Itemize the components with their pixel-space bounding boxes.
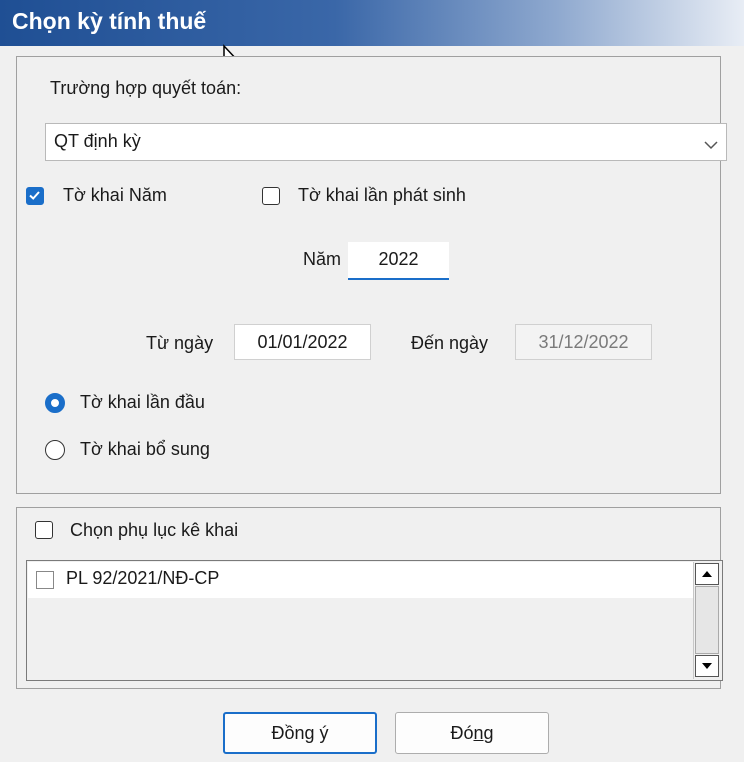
close-button[interactable]: Đóng [395,712,549,754]
from-date-input[interactable]: 01/01/2022 [234,324,371,360]
ok-button[interactable]: Đồng ý [223,712,377,754]
year-label: Năm [303,249,342,269]
annual-declaration-checkbox[interactable] [26,187,44,205]
case-selected-value: QT định kỳ [54,131,141,151]
year-input[interactable]: 2022 [348,242,449,280]
appendix-item-label: PL 92/2021/NĐ-CP [66,568,220,588]
ok-label-mnemonic: g [304,723,315,743]
ok-label-suffix: ý [314,723,329,743]
scroll-thumb[interactable] [695,586,719,654]
case-label: Trường hợp quyết toán: [50,78,242,98]
occasional-declaration-checkbox[interactable] [262,187,280,205]
case-dropdown[interactable]: QT định kỳ [45,123,727,161]
to-date-input: 31/12/2022 [515,324,652,360]
first-declaration-label: Tờ khai lần đầu [80,392,205,412]
supplement-declaration-radio[interactable] [45,440,65,460]
close-label-mnemonic: n [473,723,484,743]
appendix-item-checkbox[interactable] [36,571,54,589]
occasional-declaration-label: Tờ khai lần phát sinh [298,185,466,205]
checkmark-icon [29,191,40,200]
first-declaration-radio[interactable] [45,393,65,413]
supplement-declaration-label: Tờ khai bổ sung [80,439,210,459]
chevron-down-icon [704,137,718,155]
ok-label-prefix: Đồn [271,723,305,743]
list-scrollbar[interactable] [693,562,721,679]
to-date-label: Đến ngày [411,333,489,353]
close-label-suffix: g [483,723,494,743]
select-appendix-checkbox[interactable] [35,521,53,539]
scroll-down-button[interactable] [695,655,719,677]
close-label-prefix: Đó [450,723,474,743]
list-item[interactable]: PL 92/2021/NĐ-CP [28,562,695,598]
annual-declaration-label: Tờ khai Năm [63,185,167,205]
scroll-up-button[interactable] [695,563,719,585]
select-appendix-label: Chọn phụ lục kê khai [70,520,239,540]
title-bar: Chọn kỳ tính thuế [0,0,744,46]
from-date-label: Từ ngày [146,333,214,353]
triangle-down-icon [702,663,712,669]
triangle-up-icon [702,571,712,577]
window-title: Chọn kỳ tính thuế [12,8,207,34]
appendix-list: PL 92/2021/NĐ-CP [26,560,723,681]
